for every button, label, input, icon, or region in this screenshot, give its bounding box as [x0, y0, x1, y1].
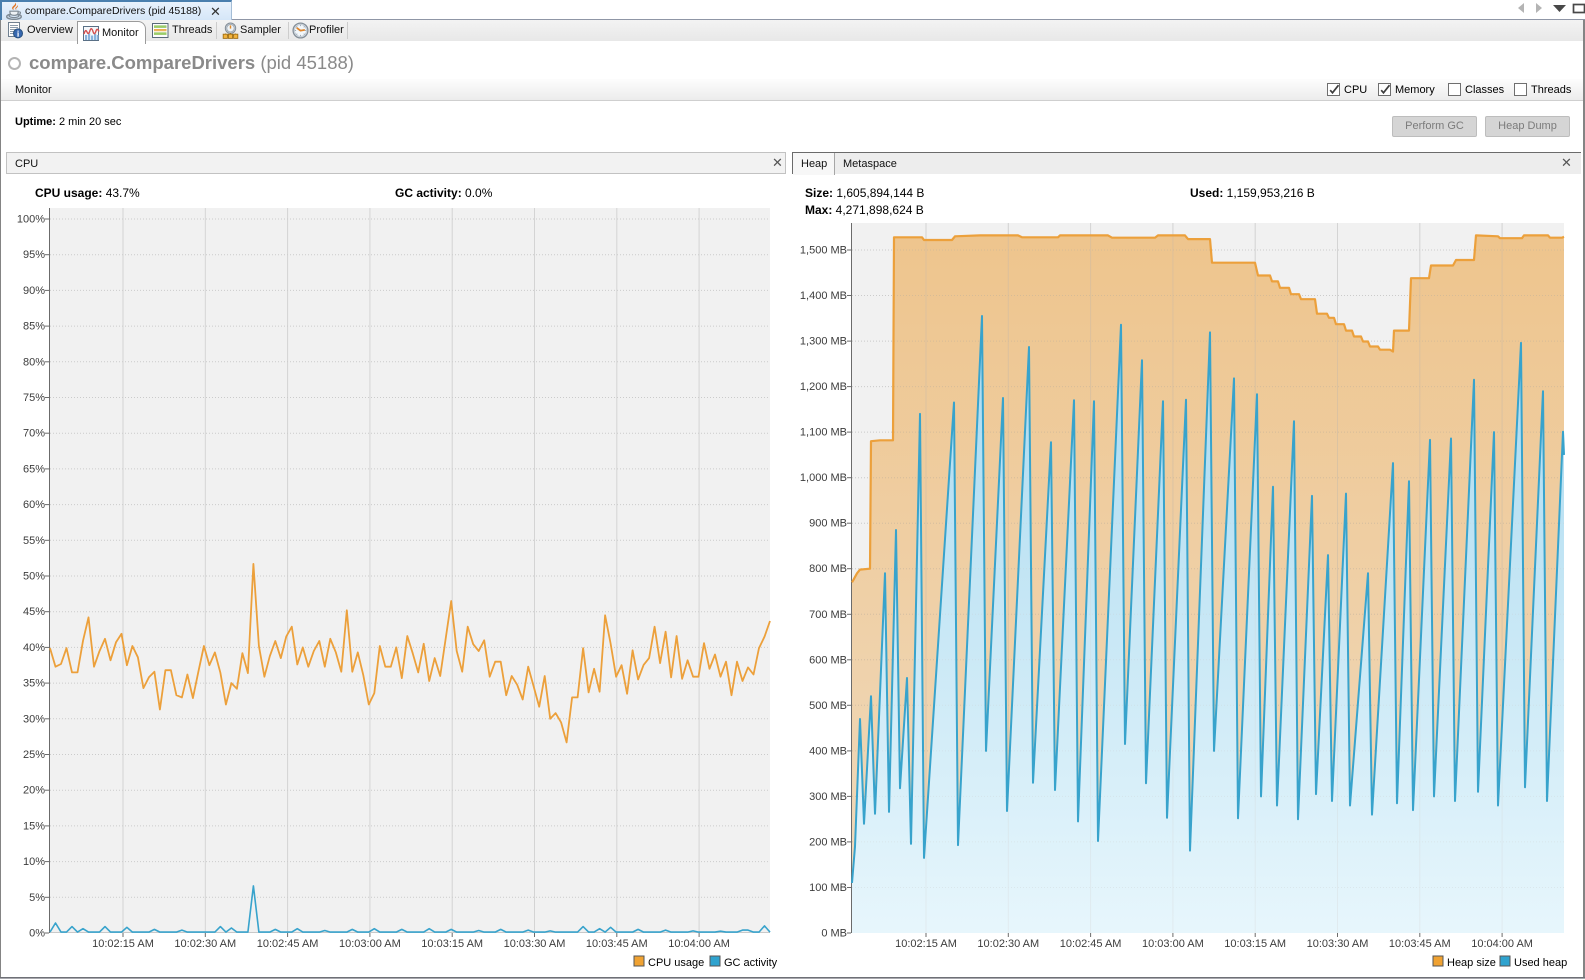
svg-text:10:03:45 AM: 10:03:45 AM — [586, 938, 648, 950]
svg-text:CPU usage: CPU usage — [648, 957, 704, 969]
svg-text:85%: 85% — [23, 321, 45, 333]
svg-text:10:02:15 AM: 10:02:15 AM — [895, 938, 957, 950]
svg-text:5%: 5% — [29, 892, 45, 904]
svg-text:50%: 50% — [23, 571, 45, 583]
svg-text:90%: 90% — [23, 285, 45, 297]
svg-text:600 MB: 600 MB — [809, 654, 847, 666]
svg-text:65%: 65% — [23, 463, 45, 475]
svg-text:500 MB: 500 MB — [809, 700, 847, 712]
svg-text:10:03:00 AM: 10:03:00 AM — [1142, 938, 1204, 950]
svg-text:1,300 MB: 1,300 MB — [800, 336, 847, 348]
svg-text:GC activity: GC activity — [724, 957, 778, 969]
svg-text:55%: 55% — [23, 535, 45, 547]
svg-text:200 MB: 200 MB — [809, 836, 847, 848]
svg-text:60%: 60% — [23, 499, 45, 511]
svg-text:35%: 35% — [23, 678, 45, 690]
svg-text:10:02:15 AM: 10:02:15 AM — [92, 938, 154, 950]
svg-text:300 MB: 300 MB — [809, 791, 847, 803]
svg-text:10%: 10% — [23, 856, 45, 868]
svg-text:700 MB: 700 MB — [809, 609, 847, 621]
svg-text:30%: 30% — [23, 713, 45, 725]
svg-text:40%: 40% — [23, 642, 45, 654]
svg-text:10:04:00 AM: 10:04:00 AM — [1471, 938, 1533, 950]
svg-text:10:03:30 AM: 10:03:30 AM — [504, 938, 566, 950]
svg-text:25%: 25% — [23, 749, 45, 761]
svg-text:70%: 70% — [23, 428, 45, 440]
svg-text:10:03:45 AM: 10:03:45 AM — [1389, 938, 1451, 950]
svg-text:10:03:00 AM: 10:03:00 AM — [339, 938, 401, 950]
svg-text:0 MB: 0 MB — [821, 928, 847, 940]
svg-text:15%: 15% — [23, 820, 45, 832]
svg-text:10:03:30 AM: 10:03:30 AM — [1307, 938, 1369, 950]
svg-text:80%: 80% — [23, 356, 45, 368]
svg-text:10:02:30 AM: 10:02:30 AM — [174, 938, 236, 950]
svg-text:Used heap: Used heap — [1514, 957, 1567, 969]
svg-text:0%: 0% — [29, 928, 45, 940]
svg-text:10:02:45 AM: 10:02:45 AM — [257, 938, 319, 950]
svg-text:Heap size: Heap size — [1447, 957, 1496, 969]
svg-text:75%: 75% — [23, 392, 45, 404]
svg-text:95%: 95% — [23, 249, 45, 261]
svg-text:45%: 45% — [23, 606, 45, 618]
svg-text:100 MB: 100 MB — [809, 882, 847, 894]
svg-text:400 MB: 400 MB — [809, 745, 847, 757]
svg-text:1,200 MB: 1,200 MB — [800, 381, 847, 393]
svg-text:10:02:45 AM: 10:02:45 AM — [1060, 938, 1122, 950]
svg-text:1,500 MB: 1,500 MB — [800, 245, 847, 257]
svg-text:10:04:00 AM: 10:04:00 AM — [668, 938, 730, 950]
svg-text:900 MB: 900 MB — [809, 518, 847, 530]
svg-text:20%: 20% — [23, 785, 45, 797]
svg-text:10:03:15 AM: 10:03:15 AM — [1224, 938, 1286, 950]
svg-text:100%: 100% — [17, 214, 45, 226]
svg-text:800 MB: 800 MB — [809, 563, 847, 575]
svg-text:1,000 MB: 1,000 MB — [800, 472, 847, 484]
svg-text:1,100 MB: 1,100 MB — [800, 427, 847, 439]
svg-text:1,400 MB: 1,400 MB — [800, 290, 847, 302]
svg-text:10:02:30 AM: 10:02:30 AM — [977, 938, 1039, 950]
svg-text:10:03:15 AM: 10:03:15 AM — [421, 938, 483, 950]
